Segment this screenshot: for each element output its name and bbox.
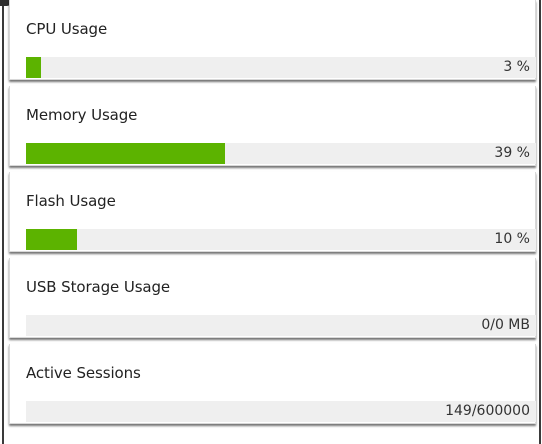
system-status-panels: CPU Usage 3 % Memory Usage 39 % Flash Us… bbox=[9, 0, 536, 430]
cpu-usage-value: 3 % bbox=[503, 59, 530, 75]
memory-usage-bar-fill bbox=[26, 143, 225, 164]
cpu-usage-panel: CPU Usage 3 % bbox=[9, 0, 536, 80]
active-sessions-panel: Active Sessions 149/600000 bbox=[9, 344, 536, 424]
usb-storage-usage-panel: USB Storage Usage 0/0 MB bbox=[9, 258, 536, 338]
cpu-usage-title: CPU Usage bbox=[26, 20, 108, 38]
cpu-usage-bar-fill bbox=[26, 57, 42, 78]
flash-usage-value: 10 % bbox=[494, 231, 530, 247]
flash-usage-title: Flash Usage bbox=[26, 192, 116, 210]
memory-usage-panel: Memory Usage 39 % bbox=[9, 86, 536, 166]
usb-storage-usage-bar: 0/0 MB bbox=[26, 315, 536, 336]
usb-storage-usage-title: USB Storage Usage bbox=[26, 278, 171, 296]
right-frame-border bbox=[539, 0, 541, 444]
memory-usage-title: Memory Usage bbox=[26, 106, 138, 124]
flash-usage-bar-fill bbox=[26, 229, 77, 250]
active-sessions-title: Active Sessions bbox=[26, 364, 141, 382]
usb-storage-usage-value: 0/0 MB bbox=[481, 317, 530, 333]
cpu-usage-bar: 3 % bbox=[26, 57, 536, 78]
active-sessions-bar: 149/600000 bbox=[26, 401, 536, 422]
memory-usage-bar: 39 % bbox=[26, 143, 536, 164]
flash-usage-bar: 10 % bbox=[26, 229, 536, 250]
memory-usage-value: 39 % bbox=[494, 145, 530, 161]
left-frame-border bbox=[2, 0, 4, 444]
active-sessions-value: 149/600000 bbox=[445, 403, 530, 419]
flash-usage-panel: Flash Usage 10 % bbox=[9, 172, 536, 252]
